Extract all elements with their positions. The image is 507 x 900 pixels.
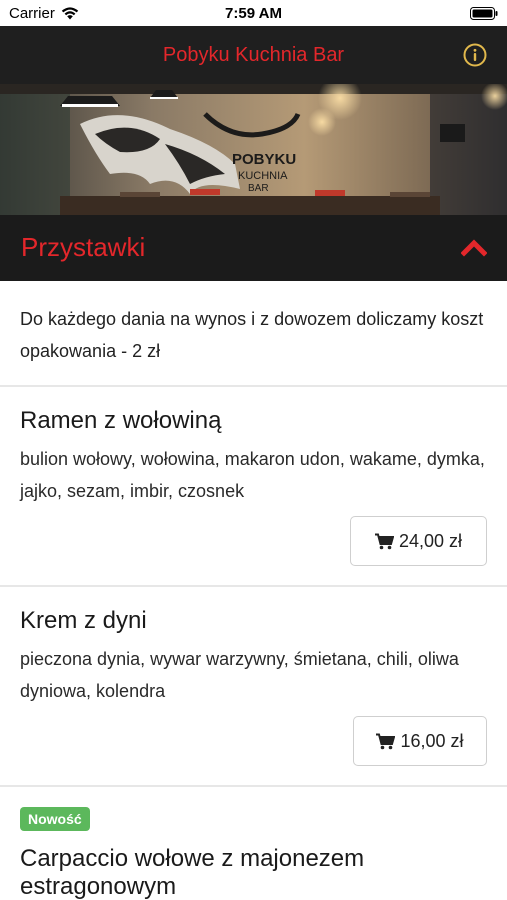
item-price: 16,00 zł — [400, 730, 464, 751]
battery-icon — [470, 7, 498, 24]
sign-text-1: POBYKU — [232, 151, 296, 168]
section-header-przystawki[interactable]: Przystawki — [0, 215, 507, 281]
nav-bar: Pobyku Kuchnia Bar — [0, 26, 507, 84]
menu-item: Nowość Carpaccio wołowe z majonezem estr… — [0, 787, 507, 900]
info-icon[interactable] — [463, 43, 487, 67]
menu-item: Krem z dyni pieczona dynia, wywar warzyw… — [0, 587, 507, 787]
item-name: Carpaccio wołowe z majonezem estragonowy… — [20, 845, 365, 900]
restaurant-hero-image: POBYKU KUCHNIA BAR — [0, 84, 507, 215]
new-badge: Nowość — [20, 807, 90, 831]
status-bar: Carrier 7:59 AM — [0, 0, 507, 26]
app-title: Pobyku Kuchnia Bar — [162, 44, 345, 66]
cart-icon — [374, 533, 394, 549]
status-time: 7:59 AM — [225, 5, 282, 22]
add-to-cart-button[interactable]: 16,00 zł — [353, 716, 487, 766]
cart-icon — [376, 733, 396, 749]
sign-text-2: KUCHNIA — [238, 170, 288, 182]
item-name: Krem z dyni — [20, 607, 147, 634]
chevron-up-icon[interactable] — [461, 237, 487, 257]
menu-item: Ramen z wołowiną bulion wołowy, wołowina… — [0, 387, 507, 587]
item-name: Ramen z wołowiną — [20, 407, 222, 434]
item-description: bulion wołowy, wołowina, makaron udon, w… — [20, 449, 485, 501]
sign-text-3: BAR — [248, 183, 269, 194]
item-price: 24,00 zł — [398, 530, 463, 551]
packaging-notice: Do każdego dania na wynos i z dowozem do… — [0, 281, 507, 387]
add-to-cart-button[interactable]: 24,00 zł — [350, 516, 487, 566]
section-title: Przystawki — [21, 232, 146, 262]
item-description: pieczona dynia, wywar warzywny, śmietana… — [20, 649, 459, 701]
